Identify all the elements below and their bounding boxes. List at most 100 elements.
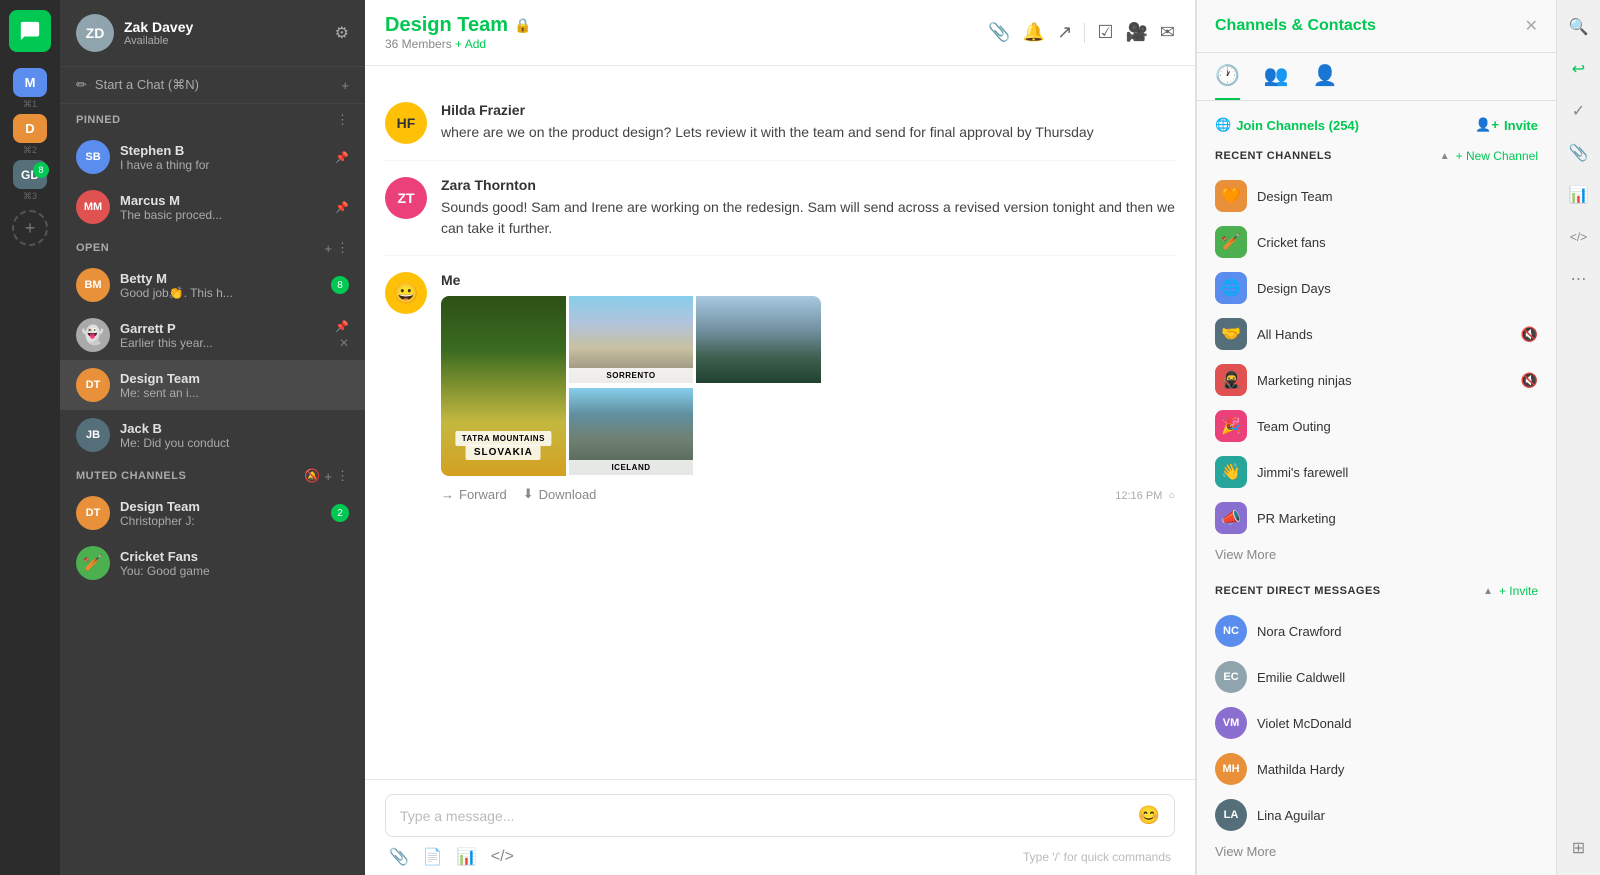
view-more-dm[interactable]: View More: [1215, 838, 1538, 865]
pinned-more-icon[interactable]: ⋮: [336, 112, 349, 128]
dm-mathilda[interactable]: MH Mathilda Hardy: [1215, 746, 1538, 792]
text-zara: Sounds good! Sam and Irene are working o…: [441, 197, 1175, 239]
code-mini-icon[interactable]: </>: [1562, 220, 1596, 254]
channel-team-outing[interactable]: 🎉 Team Outing: [1215, 403, 1538, 449]
message-content-zara: Zara Thornton Sounds good! Sam and Irene…: [441, 177, 1175, 239]
app-logo[interactable]: [9, 10, 51, 52]
dm-nora[interactable]: NC Nora Crawford: [1215, 608, 1538, 654]
channel-icon-cricket: 🏏: [1215, 226, 1247, 258]
open-chat-design-team[interactable]: DT Design Team Me: sent an i...: [60, 360, 365, 410]
channel-design-days[interactable]: 🌐 Design Days: [1215, 265, 1538, 311]
forward-button[interactable]: → Forward: [441, 487, 507, 502]
collapse-channels-icon[interactable]: ▲: [1440, 151, 1450, 162]
pin-icon: 📌: [335, 151, 349, 164]
invite-dm-button[interactable]: + Invite: [1499, 584, 1538, 598]
collage-image-2[interactable]: SORRENTO: [569, 296, 694, 383]
invite-label: Invite: [1504, 118, 1538, 133]
chat-name-betty: Betty M: [120, 271, 321, 286]
workspace-shortcut-3: ⌘3: [23, 191, 37, 202]
check-mini-icon[interactable]: ✓: [1562, 94, 1596, 128]
chat-avatar-cricket: 🏏: [76, 546, 110, 580]
channel-pr-marketing[interactable]: 📣 PR Marketing: [1215, 495, 1538, 541]
dm-emilie[interactable]: EC Emilie Caldwell: [1215, 654, 1538, 700]
video-icon[interactable]: 🎥: [1125, 22, 1147, 43]
open-chat-garrett[interactable]: 👻 Garrett P Earlier this year... 📌 ✕: [60, 310, 365, 360]
analytics-icon[interactable]: 📊: [457, 847, 477, 867]
channel-cricket-fans[interactable]: 🏏 Cricket fans: [1215, 219, 1538, 265]
mute-icon[interactable]: 🔔: [1023, 22, 1045, 43]
add-members-link[interactable]: + Add: [455, 37, 486, 51]
recent-dm-title: RECENT DIRECT MESSAGES: [1215, 585, 1477, 597]
tab-team[interactable]: 👥: [1264, 53, 1289, 100]
collage-image-1[interactable]: TATRA MOUNTAINSSLOVAKIA: [441, 296, 566, 476]
attach-mini-icon[interactable]: 📎: [1562, 136, 1596, 170]
task-icon[interactable]: ☑: [1097, 22, 1113, 43]
open-more-icon[interactable]: ⋮: [336, 240, 349, 256]
open-chat-betty[interactable]: BM Betty M Good job👏. This h... 8: [60, 260, 365, 310]
download-button[interactable]: ⬇ Download: [523, 486, 597, 502]
chat-preview-jack: Me: Did you conduct: [120, 436, 349, 450]
muted-mute-icon[interactable]: 🔕: [304, 468, 320, 484]
channel-all-hands[interactable]: 🤝 All Hands 🔇: [1215, 311, 1538, 357]
channel-name: Design Team: [385, 14, 508, 37]
recent-channels-title: RECENT CHANNELS: [1215, 150, 1434, 162]
refresh-mini-icon[interactable]: ↩: [1562, 52, 1596, 86]
close-icon-garrett[interactable]: ✕: [339, 336, 349, 350]
dm-violet[interactable]: VM Violet McDonald: [1215, 700, 1538, 746]
chat-preview-stephen: I have a thing for: [120, 158, 325, 172]
channel-design-team[interactable]: 🧡 Design Team: [1215, 173, 1538, 219]
join-channels-label: Join Channels (254): [1236, 118, 1359, 133]
workspace-item-m[interactable]: M ⌘1: [9, 68, 51, 110]
workspace-item-d[interactable]: D ⌘2: [9, 114, 51, 156]
muted-chat-cricket[interactable]: 🏏 Cricket Fans You: Good game: [60, 538, 365, 588]
muted-chat-design[interactable]: DT Design Team Christopher J: 2: [60, 488, 365, 538]
file-icon[interactable]: 📄: [423, 847, 443, 867]
read-icon: ○: [1168, 490, 1175, 502]
new-channel-button[interactable]: + New Channel: [1456, 149, 1538, 163]
muted-add-icon[interactable]: +: [324, 469, 332, 484]
attach-file-icon[interactable]: 📎: [389, 847, 409, 867]
join-channels-button[interactable]: 🌐 Join Channels (254): [1215, 117, 1359, 133]
tab-recent[interactable]: 🕐: [1215, 53, 1240, 100]
dm-lina[interactable]: LA Lina Aguilar: [1215, 792, 1538, 838]
tab-person[interactable]: 👤: [1313, 53, 1338, 100]
invite-button[interactable]: 👤+ Invite: [1475, 117, 1538, 133]
grid-mini-icon[interactable]: ⊞: [1562, 831, 1596, 865]
email-icon[interactable]: ✉: [1160, 22, 1175, 43]
muted-label: MUTED CHANNELS: [76, 470, 298, 482]
pinned-chat-stephen[interactable]: SB Stephen B I have a thing for 📌: [60, 132, 365, 182]
emoji-button[interactable]: 😊: [1138, 805, 1160, 826]
add-workspace-button[interactable]: +: [12, 210, 48, 246]
chart-mini-icon[interactable]: 📊: [1562, 178, 1596, 212]
collage-image-4[interactable]: ICELAND: [569, 388, 694, 475]
muted-more-icon[interactable]: ⋮: [336, 468, 349, 484]
view-more-channels[interactable]: View More: [1215, 541, 1538, 568]
search-mini-icon[interactable]: 🔍: [1562, 10, 1596, 44]
pinned-chat-marcus[interactable]: MM Marcus M The basic proced... 📌: [60, 182, 365, 232]
workspace-item-gd[interactable]: GD 8 ⌘3: [9, 160, 51, 202]
channels-actions: 🌐 Join Channels (254) 👤+ Invite: [1215, 117, 1538, 133]
avatar-me: 😀: [385, 272, 427, 314]
channel-icon-design: 🧡: [1215, 180, 1247, 212]
message-input[interactable]: [400, 808, 1138, 824]
code-icon[interactable]: </>: [491, 848, 514, 866]
chat-avatar-muted-design: DT: [76, 496, 110, 530]
settings-button[interactable]: ⚙: [335, 23, 349, 43]
open-add-icon[interactable]: +: [324, 241, 332, 256]
avatar-zara: ZT: [385, 177, 427, 219]
channel-marketing-ninjas[interactable]: 🥷 Marketing ninjas 🔇: [1215, 357, 1538, 403]
chat-preview-marcus: The basic proced...: [120, 208, 325, 222]
right-panel-close-button[interactable]: ✕: [1525, 16, 1538, 36]
open-chat-jack[interactable]: JB Jack B Me: Did you conduct: [60, 410, 365, 460]
attachment-icon[interactable]: 📎: [988, 22, 1010, 43]
pin-icon-garrett: 📌: [335, 320, 349, 333]
more-mini-icon[interactable]: ⋯: [1562, 262, 1596, 296]
collapse-dm-icon[interactable]: ▲: [1483, 586, 1493, 597]
collage-image-3[interactable]: [696, 296, 821, 383]
input-toolbar: 📎 📄 📊 </> Type '/' for quick commands: [385, 847, 1175, 867]
new-chat-button[interactable]: ✏ Start a Chat (⌘N) +: [60, 67, 365, 104]
mute-icon-marketing: 🔇: [1521, 372, 1538, 389]
chat-header: Design Team 🔒 36 Members + Add 📎 🔔 ↗ ☑ 🎥…: [365, 0, 1195, 66]
channel-jimmis-farewell[interactable]: 👋 Jimmi's farewell: [1215, 449, 1538, 495]
share-icon[interactable]: ↗: [1057, 22, 1072, 43]
